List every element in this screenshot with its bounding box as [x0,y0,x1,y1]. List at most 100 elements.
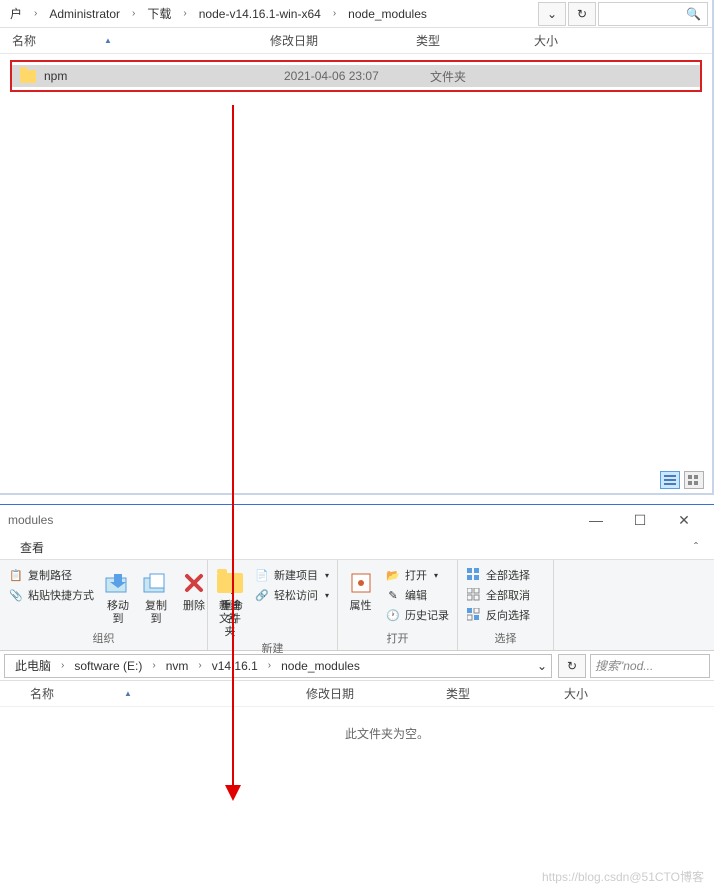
easy-access-icon: 🔗 [254,587,270,603]
address-bar: 户› Administrator› 下载› node-v14.16.1-win-… [0,0,712,28]
maximize-button[interactable]: ☐ [618,506,662,534]
column-name[interactable]: 名称▲ [30,685,306,702]
sort-arrow-icon: ▲ [104,36,112,45]
file-list: npm 2021-04-06 23:07 文件夹 [0,54,712,94]
copy-path-button[interactable]: 📋复制路径 [6,566,96,584]
crumb[interactable]: node_modules [342,5,433,23]
address-dropdown-button[interactable]: ⌄ [538,2,566,26]
dropdown-arrow-icon: ▾ [325,571,329,580]
delete-icon [178,568,210,598]
label: 全部选择 [486,567,530,583]
label: 新建 文件夹 [214,600,246,640]
open-button[interactable]: 📂打开▾ [383,566,451,584]
column-type[interactable]: 类型 [416,32,534,49]
search-input[interactable]: 🔍 [598,2,708,26]
address-bar: 此电脑› software (E:)› nvm› v14.16.1› node_… [0,651,714,681]
crumb[interactable]: nvm [160,657,195,675]
annotation-arrow-line [232,105,234,790]
column-date[interactable]: 修改日期 [306,685,446,702]
new-item-button[interactable]: 📄新建项目 ▾ [252,566,331,584]
close-button[interactable]: ✕ [662,506,706,534]
crumb[interactable]: v14.16.1 [206,657,264,675]
crumb[interactable]: 下载 [141,3,177,24]
refresh-button[interactable]: ↻ [568,2,596,26]
annotation-arrow-head [225,785,241,801]
breadcrumb[interactable]: 户› Administrator› 下载› node-v14.16.1-win-… [4,3,538,24]
column-size[interactable]: 大小 [564,685,634,702]
group-label: 打开 [344,630,451,648]
column-size[interactable]: 大小 [534,32,614,49]
select-all-button[interactable]: 全部选择 [464,566,532,584]
properties-button[interactable]: 属性 [344,564,377,613]
details-icon [664,475,676,485]
chevron-right-icon[interactable]: › [148,660,159,671]
watermark: https://blog.csdn@51CTO博客 [542,868,704,885]
label: 历史记录 [405,607,449,623]
crumb[interactable]: 户 [4,3,28,24]
crumb[interactable]: 此电脑 [9,655,57,676]
view-switcher [660,471,704,489]
refresh-icon: ↻ [577,7,587,21]
move-to-button[interactable]: 移动到 [102,564,134,626]
chevron-right-icon[interactable]: › [264,660,275,671]
chevron-right-icon[interactable]: › [194,660,205,671]
window-controls: — ☐ ✕ [574,506,706,534]
delete-button[interactable]: 删除 [178,564,210,613]
column-name[interactable]: 名称▲ [12,32,270,49]
new-item-icon: 📄 [254,567,270,583]
crumb[interactable]: Administrator [43,5,126,23]
file-row[interactable]: npm 2021-04-06 23:07 文件夹 [12,65,700,87]
history-button[interactable]: 🕐历史记录 [383,606,451,624]
chevron-right-icon[interactable]: › [329,8,340,19]
chevron-right-icon[interactable]: › [57,660,68,671]
empty-folder-message: 此文件夹为空。 [0,707,714,742]
dropdown-arrow-icon: ▾ [325,591,329,600]
chevron-down-icon[interactable]: ⌄ [537,659,547,673]
minimize-button[interactable]: — [574,506,618,534]
icons-view-button[interactable] [684,471,704,489]
copy-to-icon [140,568,172,598]
select-none-button[interactable]: 全部取消 [464,586,532,604]
view-menu[interactable]: 查看 [8,537,56,558]
new-folder-button[interactable]: 新建 文件夹 [214,564,246,640]
chevron-right-icon[interactable]: › [179,8,190,19]
crumb[interactable]: software (E:) [68,657,148,675]
edit-button[interactable]: ✎编辑 [383,586,451,604]
label: 轻松访问 [274,587,318,603]
column-type[interactable]: 类型 [446,685,564,702]
label: 移动到 [102,600,134,626]
chevron-right-icon[interactable]: › [30,8,41,19]
invert-selection-button[interactable]: 反向选择 [464,606,532,624]
ribbon-group-organize: 📋复制路径 📎粘贴快捷方式 移动到 复制到 删除 重命名 [0,560,208,650]
paste-shortcut-icon: 📎 [8,587,24,603]
chevron-right-icon[interactable]: › [128,8,139,19]
ribbon: 📋复制路径 📎粘贴快捷方式 移动到 复制到 删除 重命名 [0,559,714,651]
search-input[interactable]: 搜索"nod... [590,654,710,678]
file-type: 文件夹 [430,68,548,85]
new-folder-icon [214,568,246,598]
copy-to-button[interactable]: 复制到 [140,564,172,626]
open-icon: 📂 [385,567,401,583]
label: 编辑 [405,587,427,603]
details-view-button[interactable] [660,471,680,489]
crumb[interactable]: node_modules [275,657,366,675]
column-date[interactable]: 修改日期 [270,32,416,49]
breadcrumb[interactable]: 此电脑› software (E:)› nvm› v14.16.1› node_… [4,654,552,678]
easy-access-button[interactable]: 🔗轻松访问 ▾ [252,586,331,604]
refresh-button[interactable]: ↻ [558,654,586,678]
label: 新建项目 [274,567,318,583]
chevron-up-icon: ˆ [694,540,698,554]
refresh-icon: ↻ [567,659,577,673]
window-title: modules [8,513,574,527]
select-all-icon [466,567,482,583]
invert-selection-icon [466,607,482,623]
collapse-ribbon-button[interactable]: ˆ [686,538,706,556]
explorer-window-top: 户› Administrator› 下载› node-v14.16.1-win-… [0,0,714,495]
title-bar: modules — ☐ ✕ [0,505,714,535]
crumb[interactable]: node-v14.16.1-win-x64 [193,5,327,23]
group-label: 选择 [464,630,547,648]
copy-path-icon: 📋 [8,567,24,583]
label: 删除 [183,600,205,613]
paste-shortcut-button[interactable]: 📎粘贴快捷方式 [6,586,96,604]
label: 打开 [405,567,427,583]
